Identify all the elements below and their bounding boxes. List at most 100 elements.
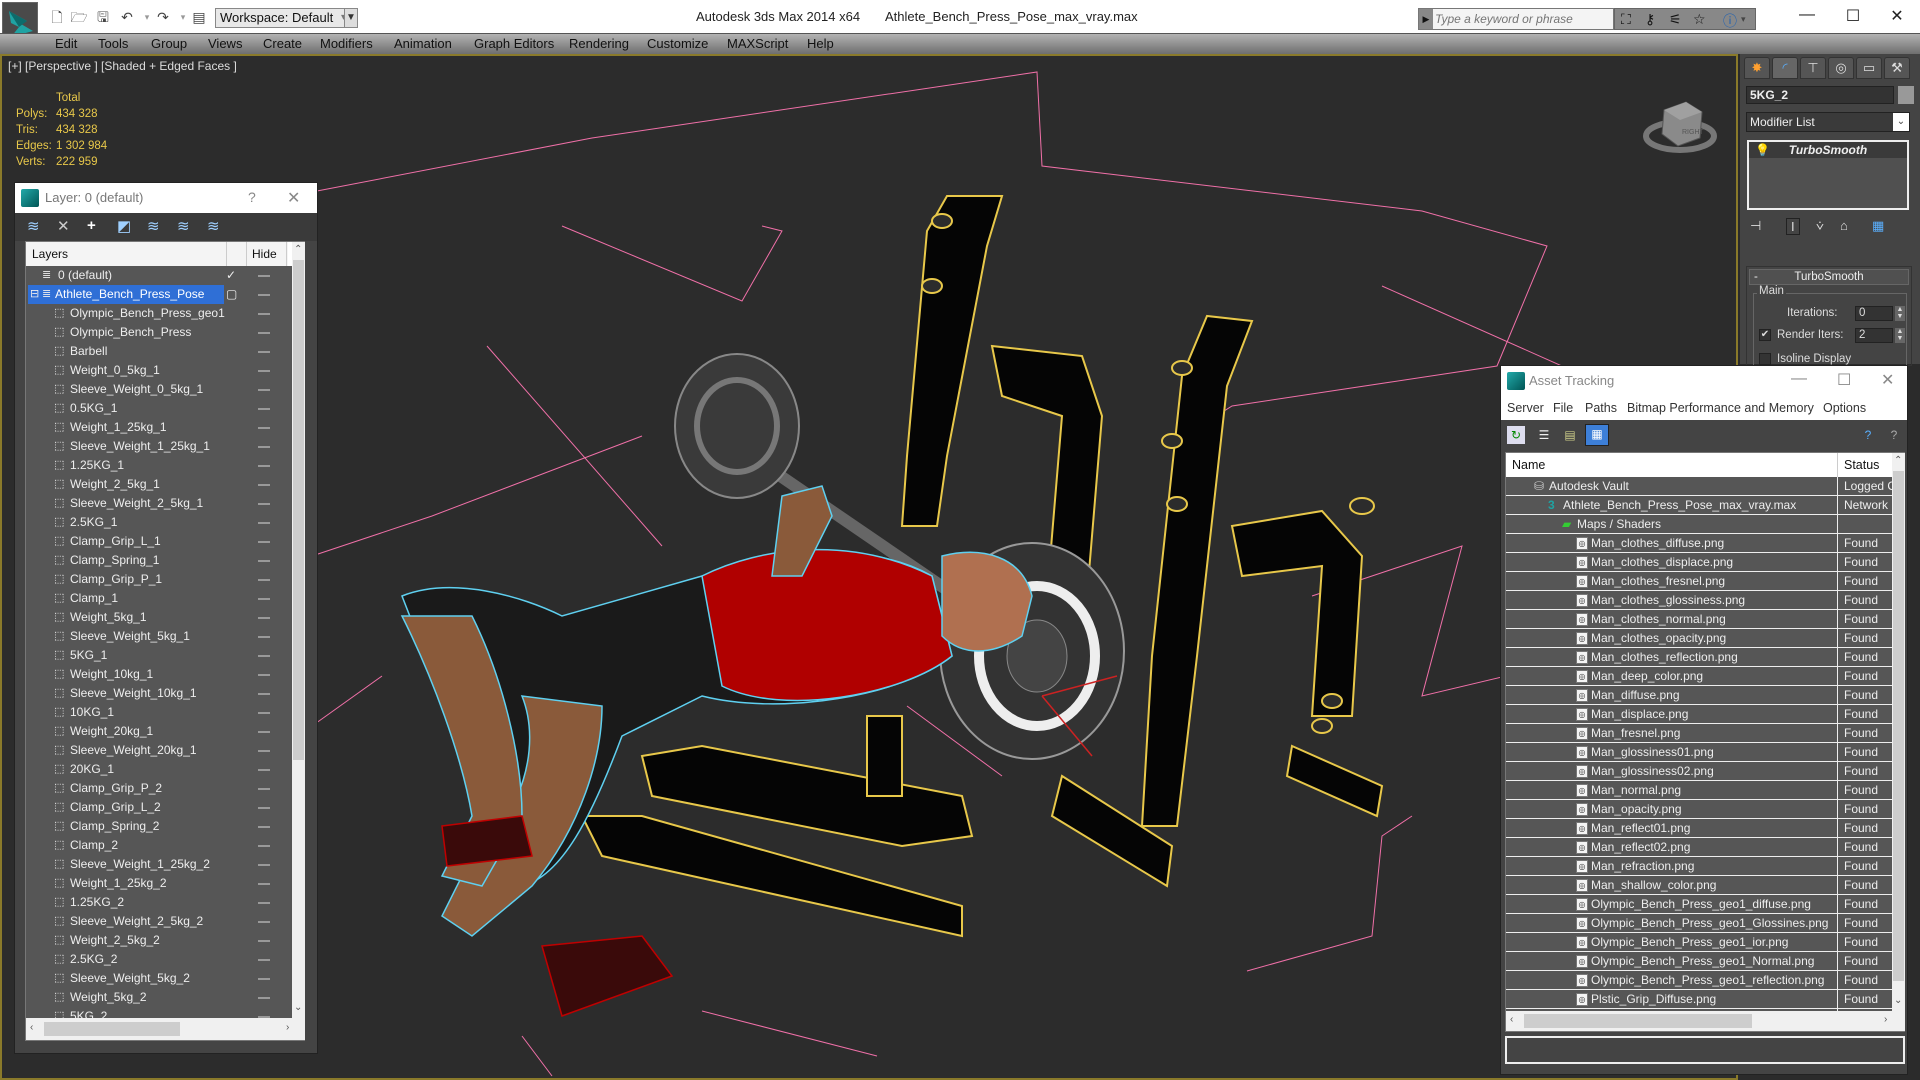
menu-modifiers[interactable]: Modifiers (320, 36, 373, 51)
motion-icon[interactable]: ◎ (1828, 57, 1854, 79)
hide-toggle[interactable] (258, 902, 270, 904)
menu-server[interactable]: Server (1507, 401, 1544, 415)
object-row[interactable]: ⬚ Clamp_1 (26, 589, 292, 608)
hide-toggle[interactable] (258, 522, 270, 524)
minimize-button[interactable]: — (1792, 6, 1822, 24)
asset-row[interactable]: ◎ Man_clothes_fresnel.png Found (1506, 572, 1892, 591)
create-icon[interactable]: ✸ (1744, 57, 1770, 79)
hide-toggle[interactable] (258, 408, 270, 410)
object-row[interactable]: ⬚ Weight_1_25kg_1 (26, 418, 292, 437)
modify-icon[interactable]: ◜ (1772, 57, 1798, 79)
help-icon[interactable]: ? (1859, 426, 1877, 444)
hide-toggle[interactable] (258, 617, 270, 619)
hierarchy-icon[interactable]: ⊤ (1800, 57, 1826, 79)
hide-toggle[interactable] (258, 465, 270, 467)
hide-toggle[interactable] (258, 978, 270, 980)
asset-row[interactable]: ◎ Man_glossiness01.png Found (1506, 743, 1892, 762)
remove-modifier-icon[interactable]: ⌂ (1840, 218, 1848, 233)
hide-toggle[interactable] (258, 826, 270, 828)
object-row[interactable]: ⬚ Clamp_Grip_P_2 (26, 779, 292, 798)
select-objects-icon[interactable]: ◩ (117, 217, 131, 235)
asset-row[interactable]: ◎ Man_deep_color.png Found (1506, 667, 1892, 686)
hide-toggle[interactable] (258, 864, 270, 866)
hide-toggle[interactable] (258, 959, 270, 961)
hide-toggle[interactable] (258, 921, 270, 923)
quick-access-customize-button[interactable]: ▼ (344, 8, 358, 28)
collapse-icon[interactable]: ⊟ (30, 288, 42, 300)
hide-toggle[interactable] (258, 560, 270, 562)
context-help-icon[interactable]: ? (1885, 426, 1903, 444)
hide-toggle[interactable] (258, 788, 270, 790)
stack-item-turbosmooth[interactable]: 💡 TurboSmooth (1749, 142, 1907, 158)
column-layers[interactable]: Layers (32, 247, 68, 261)
list-view-icon[interactable]: ☰ (1535, 426, 1553, 444)
asset-horizontal-scrollbar[interactable]: ‹ › (1506, 1011, 1905, 1031)
object-row[interactable]: ⬚ Weight_1_25kg_2 (26, 874, 292, 893)
set-current-toggle[interactable]: ▢ (226, 285, 237, 304)
object-row[interactable]: ⬚ Sleeve_Weight_1_25kg_2 (26, 855, 292, 874)
menu-group[interactable]: Group (151, 36, 187, 51)
column-name[interactable]: Name (1512, 458, 1545, 472)
asset-row[interactable]: ◎ Man_normal.png Found (1506, 781, 1892, 800)
menu-tools[interactable]: Tools (98, 36, 128, 51)
menu-options[interactable]: Options (1823, 401, 1866, 415)
maximize-button[interactable]: ☐ (1837, 370, 1851, 390)
render-iters-checkbox[interactable]: ✔ (1759, 329, 1771, 341)
close-icon[interactable]: ✕ (287, 188, 300, 208)
asset-row[interactable]: ◎ Plstic_Grip_Diffuse.png Found (1506, 990, 1892, 1009)
asset-row[interactable]: ◎ Man_clothes_normal.png Found (1506, 610, 1892, 629)
asset-row[interactable]: ◎ Olympic_Bench_Press_geo1_diffuse.png Fou… (1506, 895, 1892, 914)
object-row[interactable]: ⬚ 0.5KG_1 (26, 399, 292, 418)
create-layer-icon[interactable]: ≋ (27, 217, 40, 235)
hide-toggle[interactable] (258, 351, 270, 353)
hide-toggle[interactable] (258, 446, 270, 448)
help-icon[interactable]: ⓘ (1723, 11, 1737, 31)
object-row[interactable]: ⬚ Clamp_2 (26, 836, 292, 855)
object-row[interactable]: ⬚ Sleeve_Weight_5kg_2 (26, 969, 292, 988)
object-row[interactable]: ⬚ Olympic_Bench_Press (26, 323, 292, 342)
highlight-layer-icon[interactable]: ≋ (147, 217, 160, 235)
modifier-list-dropdown[interactable]: Modifier List ⌄ (1746, 112, 1910, 132)
help-button[interactable]: ? (248, 189, 256, 205)
object-row[interactable]: ⬚ 2.5KG_1 (26, 513, 292, 532)
hide-toggle[interactable] (258, 370, 270, 372)
asset-row[interactable]: ◎ Man_glossiness02.png Found (1506, 762, 1892, 781)
object-name-field[interactable]: 5KG_2 (1746, 86, 1894, 104)
hide-toggle[interactable] (258, 484, 270, 486)
new-file-icon[interactable]: 🗋 (48, 9, 66, 25)
asset-row[interactable]: ◎ Olympic_Bench_Press_geo1_reflection.png… (1506, 971, 1892, 990)
iterations-spinner[interactable]: ▲ ▼ (1895, 306, 1905, 321)
hide-toggle[interactable] (258, 693, 270, 695)
close-button[interactable]: ✕ (1882, 6, 1912, 26)
hide-toggle[interactable] (258, 313, 270, 315)
menu-paths[interactable]: Paths (1585, 401, 1617, 415)
hide-toggle[interactable] (258, 598, 270, 600)
object-row[interactable]: ⬚ Clamp_Grip_L_2 (26, 798, 292, 817)
close-button[interactable]: ✕ (1881, 370, 1894, 390)
object-row[interactable]: ⬚ Clamp_Spring_1 (26, 551, 292, 570)
hide-toggle[interactable] (258, 712, 270, 714)
rollout-header[interactable]: - TurboSmooth (1749, 269, 1909, 285)
open-file-icon[interactable]: 🗁 (70, 9, 88, 25)
minimize-button[interactable]: — (1791, 370, 1807, 388)
object-row[interactable]: ⬚ 1.25KG_2 (26, 893, 292, 912)
layer-row[interactable]: ≣ 0 (default) ✓ (26, 266, 292, 285)
asset-row[interactable]: ▰ Maps / Shaders (1506, 515, 1892, 534)
render-iters-input[interactable]: 2 (1855, 328, 1893, 343)
infocenter-search[interactable]: ▶ (1418, 8, 1614, 30)
object-row[interactable]: ⬚ Weight_5kg_1 (26, 608, 292, 627)
object-row[interactable]: ⬚ Sleeve_Weight_10kg_1 (26, 684, 292, 703)
menu-file[interactable]: File (1553, 401, 1573, 415)
asset-row[interactable]: ◎ Olympic_Bench_Press_geo1_ior.png Found (1506, 933, 1892, 952)
menu-customize[interactable]: Customize (647, 36, 708, 51)
hide-toggle[interactable] (258, 731, 270, 733)
hide-toggle[interactable] (258, 845, 270, 847)
configure-modifier-sets-icon[interactable]: ▦ (1872, 218, 1884, 234)
asset-row[interactable]: ◎ Man_displace.png Found (1506, 705, 1892, 724)
asset-row[interactable]: ◎ Man_fresnel.png Found (1506, 724, 1892, 743)
add-to-layer-icon[interactable]: + (87, 217, 96, 234)
show-end-result-icon[interactable]: I (1786, 218, 1800, 235)
asset-row[interactable]: ◎ Man_reflect01.png Found (1506, 819, 1892, 838)
scroll-left-icon[interactable]: ‹ (1510, 1014, 1513, 1025)
object-row[interactable]: ⬚ Clamp_Spring_2 (26, 817, 292, 836)
